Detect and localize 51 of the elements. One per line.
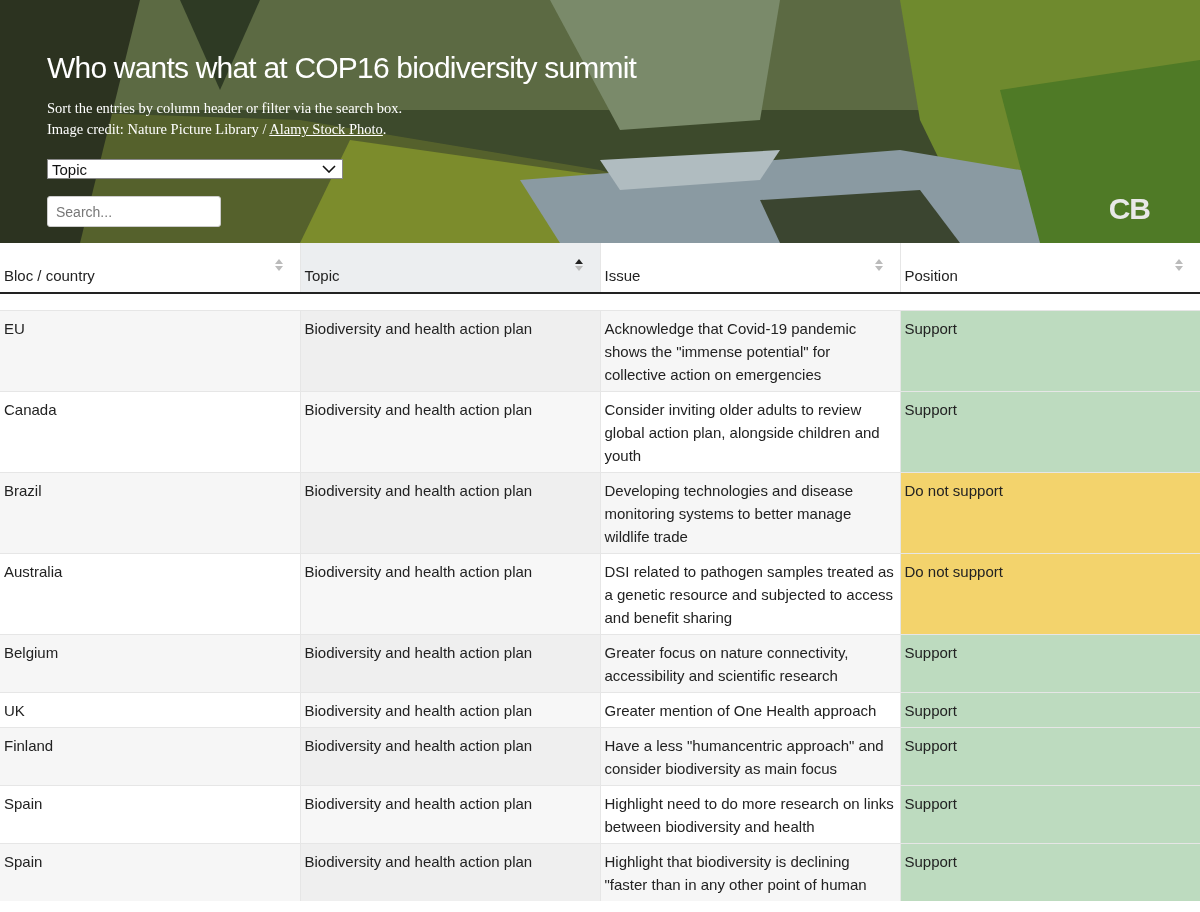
- sort-icon: [1174, 258, 1184, 272]
- search-field[interactable]: Search...: [47, 196, 221, 227]
- intro-text: Sort the entries by column header or filter via the search box.: [47, 99, 403, 118]
- country-cell: Spain: [0, 785, 300, 844]
- topic-cell: Biodiversity and health action plan: [300, 310, 600, 392]
- logo: CB: [1108, 192, 1150, 226]
- position-cell: Do not support: [900, 472, 1200, 554]
- position-cell: Support: [900, 692, 1200, 728]
- country-cell: Belgium: [0, 634, 300, 693]
- topic-cell: Biodiversity and health action plan: [300, 391, 600, 473]
- credit-link[interactable]: Alamy Stock Photo: [269, 121, 383, 137]
- country-cell: Finland: [0, 727, 300, 786]
- topic-cell: Biodiversity and health action plan: [300, 843, 600, 901]
- position-cell: Support: [900, 843, 1200, 901]
- issue-cell: Developing technologies and disease monitoring systems to better manage wildlife trade: [600, 472, 900, 554]
- topic-cell: Biodiversity and health action plan: [300, 634, 600, 693]
- issue-cell: Highlight need to do more research on links between biodiversity and health: [600, 785, 900, 844]
- chevron-icon: [322, 165, 336, 173]
- country-cell: Spain: [0, 843, 300, 901]
- sort-icon: [273, 258, 284, 272]
- topic-cell: Biodiversity and health action plan: [300, 553, 600, 635]
- topic-cell: Biodiversity and health action plan: [300, 785, 600, 844]
- topic-cell: Biodiversity and health action plan: [300, 727, 600, 786]
- position-cell: Support: [900, 391, 1200, 473]
- position-cell: Do not support: [900, 553, 1200, 635]
- topic-cell: Biodiversity and health action plan: [300, 472, 600, 554]
- issue-cell: Greater mention of One Health approach: [600, 692, 900, 728]
- topic-dropdown[interactable]: Topic: [47, 159, 343, 179]
- column-header[interactable]: Issue: [600, 243, 900, 293]
- issue-cell: Acknowledge that Covid-19 pandemic shows the "immense potential" for collective action on emergencies: [600, 310, 900, 392]
- country-cell: Brazil: [0, 472, 300, 554]
- position-cell: Support: [900, 310, 1200, 392]
- issue-cell: DSI related to pathogen samples treated as a genetic resource and subjected to access and benefit sharing: [600, 553, 900, 635]
- country-cell: EU: [0, 310, 300, 392]
- position-cell: Support: [900, 785, 1200, 844]
- position-cell: Support: [900, 634, 1200, 693]
- issue-cell: Highlight that biodiversity is declining "faster than in any other point of human: [600, 843, 900, 901]
- issue-cell: Greater focus on nature connectivity, accessibility and scientific research: [600, 634, 900, 693]
- country-cell: Canada: [0, 391, 300, 473]
- sort-icon: [573, 258, 584, 272]
- country-cell: UK: [0, 692, 300, 728]
- image-credit: Image credit: Nature Picture Library / Alamy Stock Photo.: [47, 120, 387, 139]
- issue-cell: Have a less "humancentric approach" and consider biodiversity as main focus: [600, 727, 900, 786]
- page-title: Who wants what at COP16 biodiversity summit: [47, 50, 637, 86]
- column-header[interactable]: Topic: [300, 243, 600, 293]
- issue-cell: Consider inviting older adults to review global action plan, alongside children and youth: [600, 391, 900, 473]
- sort-icon: [873, 258, 884, 272]
- position-cell: Support: [900, 727, 1200, 786]
- country-cell: Australia: [0, 553, 300, 635]
- column-header[interactable]: Position: [900, 243, 1200, 293]
- topic-cell: Biodiversity and health action plan: [300, 692, 600, 728]
